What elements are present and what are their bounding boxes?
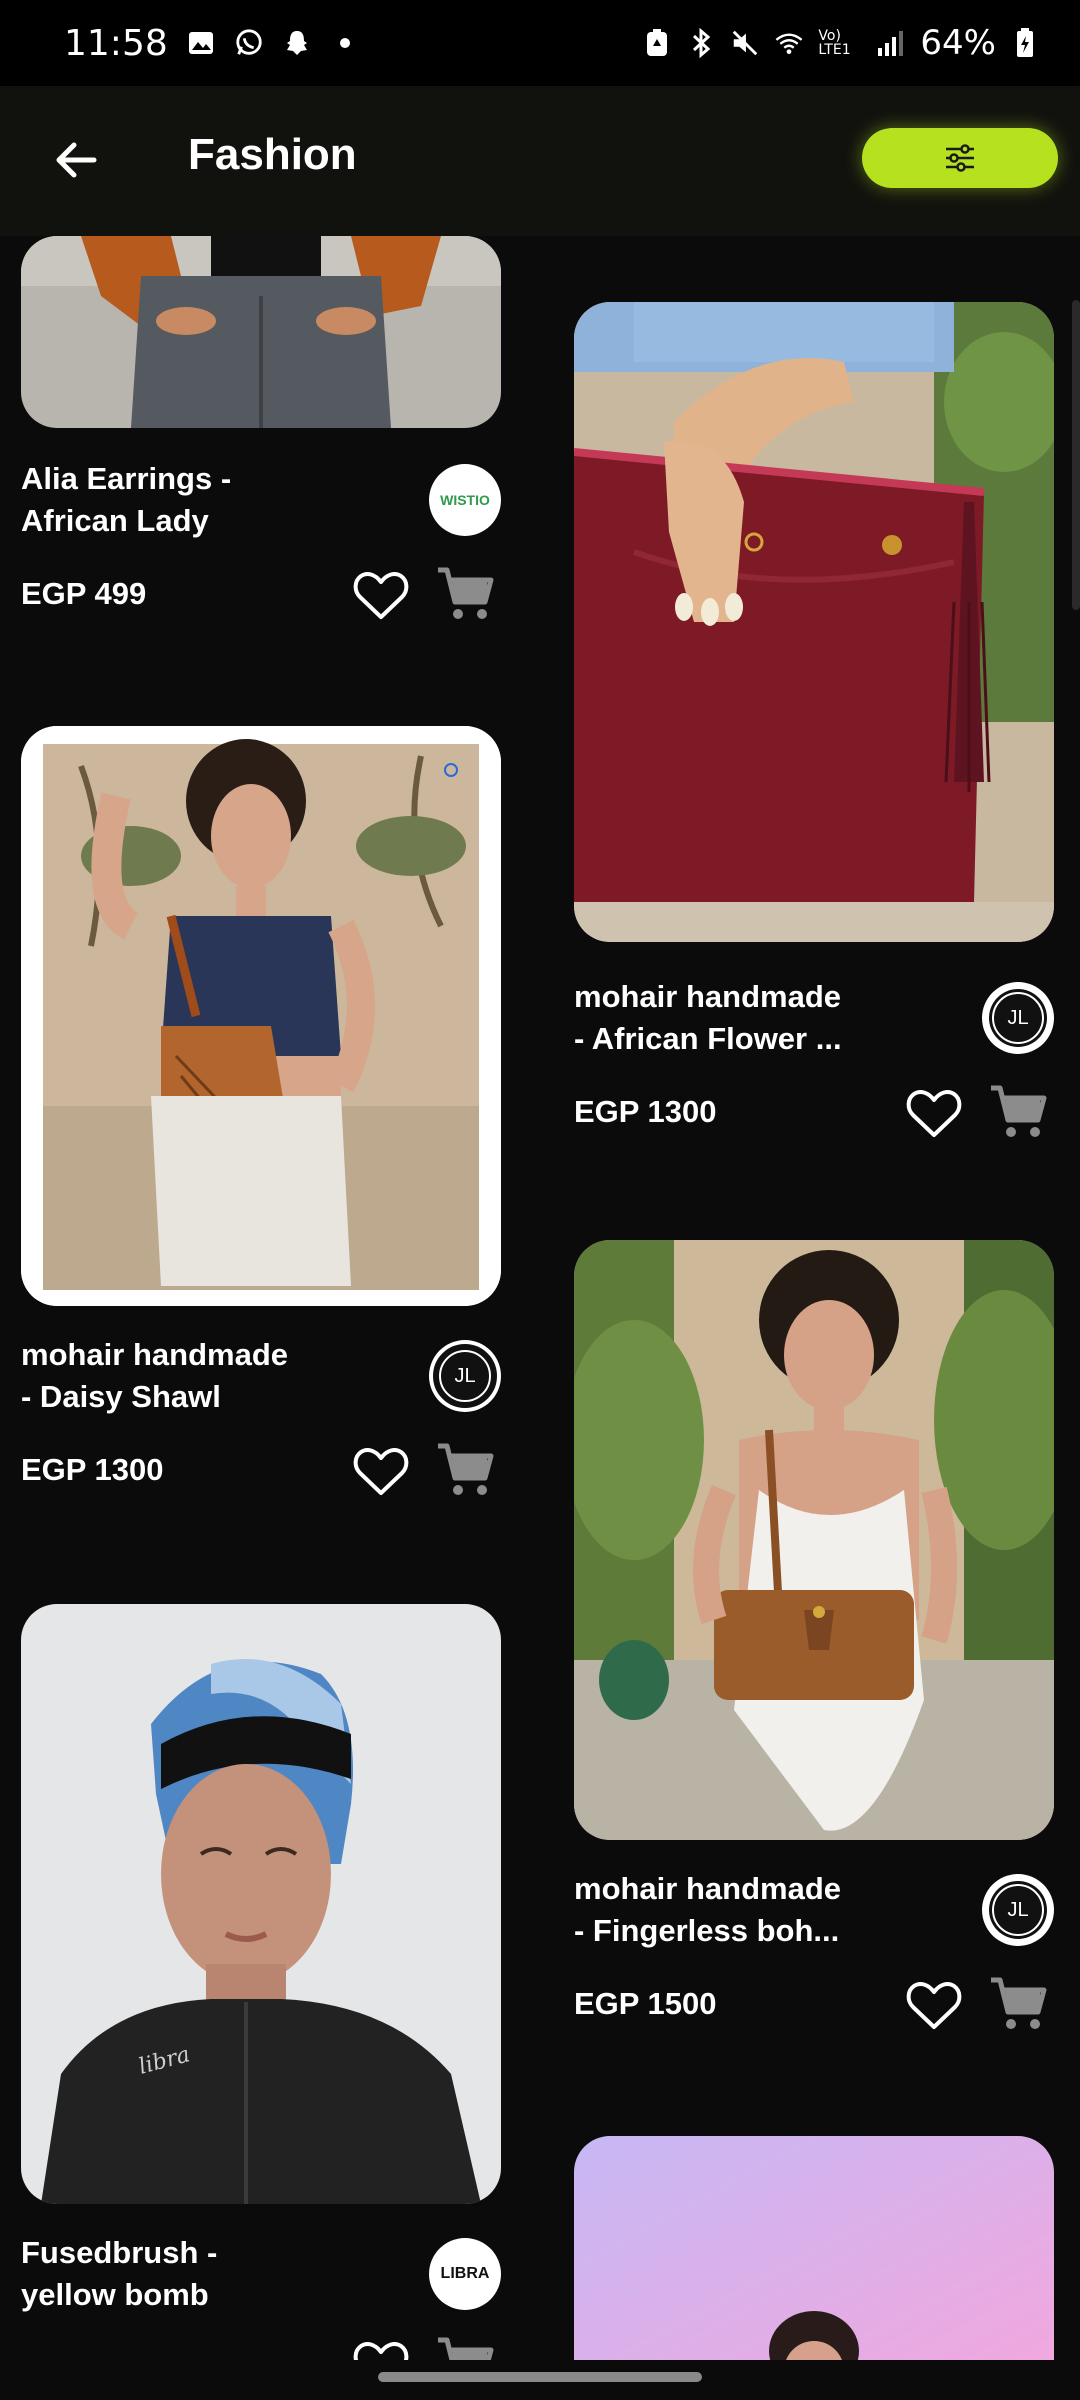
filter-button[interactable] bbox=[862, 128, 1058, 188]
heart-outline-icon[interactable] bbox=[351, 2336, 411, 2360]
cart-icon[interactable] bbox=[988, 1082, 1048, 1142]
heart-outline-icon[interactable] bbox=[351, 566, 411, 626]
signal-icon bbox=[876, 28, 906, 58]
lte-indicator: Vo) LTE1 bbox=[818, 28, 851, 58]
product-name-line: mohair handmade bbox=[574, 1871, 841, 1906]
product-card[interactable]: mohair handmade - Daisy Shawl JL EGP 130… bbox=[21, 726, 501, 1495]
mute-icon bbox=[730, 28, 760, 58]
heart-outline-icon[interactable] bbox=[904, 1976, 964, 2036]
product-name-line: - Fingerless boh... bbox=[574, 1913, 840, 1948]
whatsapp-icon bbox=[234, 28, 264, 58]
bluetooth-icon bbox=[686, 27, 716, 59]
sliders-icon bbox=[946, 144, 974, 172]
product-image[interactable] bbox=[574, 2136, 1054, 2360]
brand-logo-text: WISTIO bbox=[440, 492, 490, 508]
brand-logo[interactable]: JL bbox=[982, 982, 1054, 1054]
snapchat-icon bbox=[282, 28, 312, 58]
brand-logo-text: JL bbox=[454, 1364, 476, 1387]
product-name[interactable]: Alia Earrings - African Lady bbox=[21, 458, 401, 542]
product-price: EGP 1300 bbox=[574, 1094, 717, 1129]
battery-saver-icon bbox=[642, 28, 672, 58]
product-name-line: yellow bomb bbox=[21, 2277, 209, 2312]
heart-outline-icon[interactable] bbox=[351, 1442, 411, 1502]
product-name-line: mohair handmade bbox=[21, 1337, 288, 1372]
gesture-nav-handle[interactable] bbox=[378, 2372, 702, 2382]
product-card[interactable]: mohair handmade - African Flower ... JL … bbox=[574, 302, 1054, 1202]
product-price: EGP 1300 bbox=[21, 1452, 164, 1487]
product-image[interactable]: libra bbox=[21, 1604, 501, 2204]
product-name-line: African Lady bbox=[21, 503, 209, 538]
back-button[interactable] bbox=[40, 124, 112, 196]
product-name[interactable]: mohair handmade - African Flower ... bbox=[574, 976, 954, 1060]
product-price: EGP 1500 bbox=[574, 1986, 717, 2021]
product-name[interactable]: mohair handmade - Fingerless boh... bbox=[574, 1868, 954, 1952]
product-name-line: mohair handmade bbox=[574, 979, 841, 1014]
cart-icon[interactable] bbox=[435, 1440, 495, 1500]
brand-logo-text: LIBRA bbox=[440, 2265, 490, 2282]
product-image[interactable] bbox=[574, 302, 1054, 942]
scrollbar[interactable] bbox=[1072, 300, 1080, 610]
product-name-line: Alia Earrings - bbox=[21, 461, 232, 496]
arrow-left-icon bbox=[56, 142, 97, 178]
cart-icon[interactable] bbox=[435, 564, 495, 624]
brand-logo-inner: JL bbox=[989, 989, 1047, 1047]
app-header: Fashion bbox=[0, 86, 1080, 236]
brand-logo-text: JL bbox=[1007, 1898, 1029, 1921]
status-bar: 11:58 Vo) LTE1 64% bbox=[0, 0, 1080, 86]
page-title: Fashion bbox=[188, 130, 357, 179]
heart-outline-icon[interactable] bbox=[904, 1084, 964, 1144]
battery-charging-icon bbox=[1010, 28, 1040, 58]
product-card[interactable]: libra Fusedbrush - yellow bomb LIBRA bbox=[21, 1604, 501, 2360]
product-grid: Alia Earrings - African Lady WISTIO EGP … bbox=[0, 236, 1080, 2360]
product-name-line: - Daisy Shawl bbox=[21, 1379, 221, 1414]
product-name[interactable]: Fusedbrush - yellow bomb bbox=[21, 2232, 401, 2316]
product-card[interactable]: mohair handmade - Fingerless boh... JL E… bbox=[574, 1240, 1054, 2140]
brand-logo[interactable]: JL bbox=[982, 1874, 1054, 1946]
product-card[interactable] bbox=[574, 2136, 1054, 2360]
product-name[interactable]: mohair handmade - Daisy Shawl bbox=[21, 1334, 401, 1418]
brand-logo-text: JL bbox=[1007, 1006, 1029, 1029]
brand-logo-inner: JL bbox=[433, 1344, 497, 1408]
gallery-notification-icon bbox=[186, 28, 216, 58]
product-price: EGP 499 bbox=[21, 576, 147, 611]
cart-icon[interactable] bbox=[988, 1974, 1048, 2034]
product-image[interactable] bbox=[21, 236, 501, 428]
product-card[interactable]: Alia Earrings - African Lady WISTIO EGP … bbox=[21, 236, 501, 666]
brand-logo-inner: JL bbox=[989, 1881, 1047, 1939]
battery-percentage: 64% bbox=[920, 23, 996, 63]
more-notifications-dot-icon bbox=[330, 28, 360, 58]
brand-logo[interactable]: LIBRA bbox=[429, 2238, 501, 2310]
wifi-icon bbox=[774, 28, 804, 58]
product-name-line: Fusedbrush - bbox=[21, 2235, 218, 2270]
product-image[interactable] bbox=[574, 1240, 1054, 1840]
status-time: 11:58 bbox=[64, 22, 168, 64]
brand-logo[interactable]: JL bbox=[429, 1340, 501, 1412]
product-name-line: - African Flower ... bbox=[574, 1021, 842, 1056]
brand-logo[interactable]: WISTIO bbox=[429, 464, 501, 536]
cart-icon[interactable] bbox=[435, 2334, 495, 2360]
product-image[interactable] bbox=[21, 726, 501, 1306]
